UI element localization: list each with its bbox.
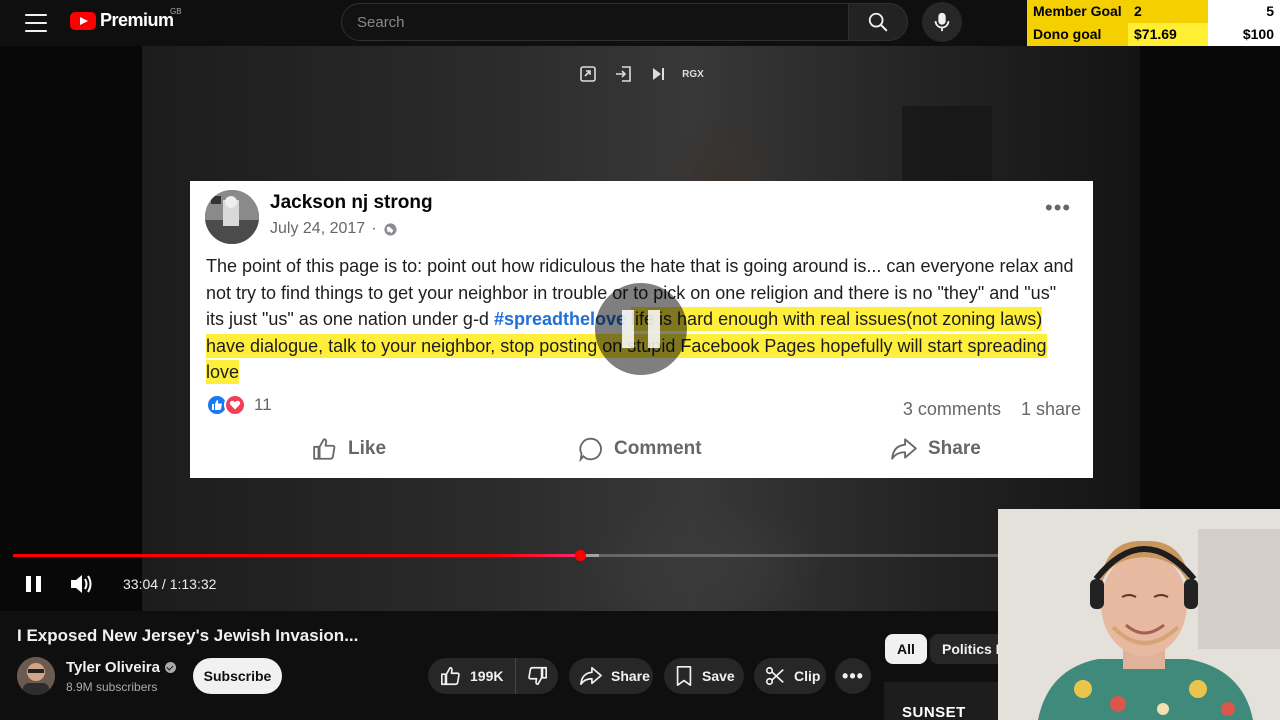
channel-avatar[interactable] — [17, 657, 55, 695]
bookmark-icon — [676, 666, 692, 686]
more-actions-button[interactable]: ••• — [835, 658, 871, 694]
volume-icon — [71, 575, 92, 593]
logo-region-code: GB — [170, 7, 182, 16]
miniplayer-icon[interactable] — [576, 62, 600, 86]
share-label: Share — [611, 668, 650, 684]
volume-button[interactable] — [68, 571, 96, 597]
streamer-webcam — [998, 509, 1280, 720]
dono-goal-current: $71.69 — [1128, 23, 1208, 46]
like-icon — [441, 666, 460, 686]
player-letterbox-left — [0, 46, 142, 611]
hamburger-menu-icon[interactable] — [22, 11, 50, 35]
share-arrow-icon — [891, 438, 917, 460]
dono-goal-row: Dono goal $71.69 $100 — [1027, 23, 1280, 46]
globe-icon — [383, 222, 397, 236]
time-current: 33:04 — [123, 576, 159, 592]
page-avatar — [205, 190, 259, 244]
voice-search-button[interactable] — [922, 2, 962, 42]
post-comment-action: Comment — [578, 436, 702, 462]
subscriber-count: 8.9M subscribers — [66, 680, 158, 694]
member-goal-row: Member Goal 2 5 — [1027, 0, 1280, 23]
save-button[interactable]: Save — [664, 658, 744, 694]
time-display: 33:04 / 1:13:32 — [123, 576, 216, 592]
youtube-logo-icon — [70, 11, 96, 30]
progress-scrubber-handle[interactable] — [574, 550, 586, 561]
stream-goals-overlay: Member Goal 2 5 Dono goal $71.69 $100 — [1027, 0, 1280, 46]
reaction-count: 11 — [254, 395, 272, 414]
progress-bar[interactable] — [13, 550, 999, 561]
post-stats: 3 comments 1 share — [903, 399, 1081, 420]
like-count: 199K — [470, 668, 504, 684]
pause-button[interactable] — [22, 573, 44, 595]
logo-text: Premium — [100, 10, 174, 30]
thumbnail-text: SUNSET — [902, 704, 966, 720]
theater-exit-icon[interactable] — [611, 62, 635, 86]
post-date: July 24, 2017 — [270, 220, 366, 237]
post-author-name: Jackson nj strong — [270, 192, 433, 213]
member-goal-current: 2 — [1128, 0, 1208, 23]
dislike-icon — [528, 666, 547, 686]
top-bar: Premium GB Member Goal 2 5 Dono goal $71… — [0, 0, 1280, 46]
channel-name[interactable]: Tyler Oliveira — [66, 659, 176, 676]
chip-all[interactable]: All — [885, 634, 927, 664]
post-like-action: Like — [312, 436, 386, 462]
clip-button[interactable]: Clip — [754, 658, 826, 694]
channel-name-text: Tyler Oliveira — [66, 659, 160, 676]
verified-badge-icon — [164, 662, 176, 673]
post-action-bar: Like Comment Share — [190, 436, 1093, 466]
comment-bubble-icon — [579, 437, 602, 462]
search-button[interactable] — [848, 3, 908, 41]
member-goal-target: 5 — [1208, 0, 1280, 23]
save-label: Save — [702, 668, 735, 684]
time-total: 1:13:32 — [169, 576, 217, 592]
post-like-label: Like — [348, 438, 387, 459]
next-icon[interactable] — [646, 62, 670, 86]
share-icon — [580, 666, 602, 686]
subscribe-button[interactable]: Subscribe — [193, 658, 282, 694]
time-separator: / — [158, 576, 170, 592]
player-top-tools: RGX — [576, 62, 705, 86]
comments-count: 3 comments — [902, 399, 1001, 419]
youtube-premium-logo[interactable]: Premium — [70, 10, 174, 31]
search-input[interactable] — [357, 13, 848, 31]
center-pause-indicator-icon[interactable] — [595, 283, 687, 375]
like-dislike-group: 199K — [428, 658, 558, 694]
dono-goal-label: Dono goal — [1027, 23, 1128, 46]
scissors-icon — [765, 666, 784, 686]
streamer-webcam-image — [998, 509, 1280, 720]
dono-goal-target: $100 — [1208, 23, 1280, 46]
share-button[interactable]: Share — [569, 658, 653, 694]
search-icon — [868, 12, 888, 32]
post-date-row: July 24, 2017 · — [270, 220, 398, 238]
post-comment-label: Comment — [614, 438, 702, 459]
thumbs-up-icon — [313, 438, 336, 460]
progress-played — [13, 554, 580, 557]
reactions-summary: 11 — [206, 394, 272, 416]
like-button[interactable]: 199K — [428, 658, 516, 694]
microphone-icon — [934, 12, 950, 32]
search-box — [341, 3, 849, 41]
clip-label: Clip — [794, 668, 821, 684]
shares-count: 1 share — [1020, 399, 1081, 419]
post-share-action: Share — [890, 436, 981, 462]
post-share-label: Share — [928, 438, 981, 459]
video-title: I Exposed New Jersey's Jewish Invasion..… — [17, 626, 359, 645]
post-more-icon: ••• — [1045, 195, 1072, 220]
love-reaction-icon — [224, 394, 246, 416]
rgx-extension-button[interactable]: RGX — [681, 62, 705, 86]
recommended-video-thumbnail[interactable]: SUNSET — [884, 682, 1004, 720]
dislike-button[interactable] — [516, 658, 558, 694]
member-goal-label: Member Goal — [1027, 0, 1128, 23]
